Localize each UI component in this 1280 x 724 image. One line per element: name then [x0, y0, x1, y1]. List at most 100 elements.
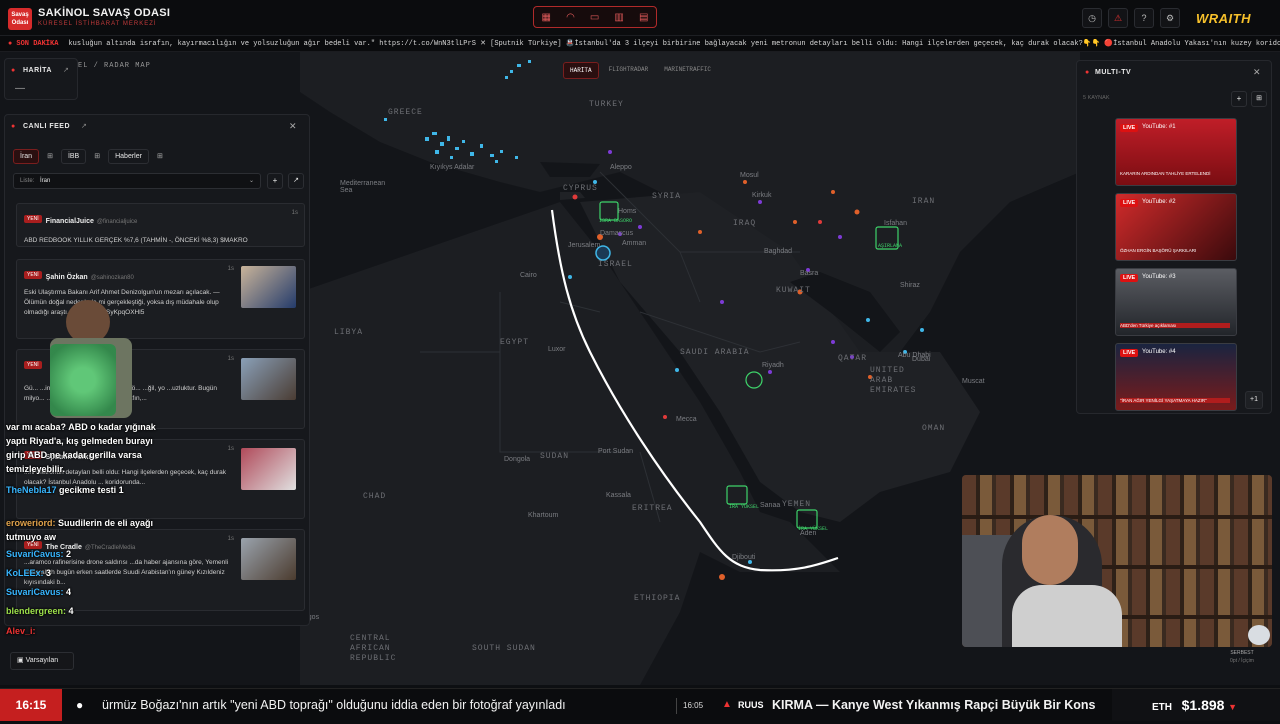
chat-text: 3 [46, 568, 52, 578]
external-link-icon[interactable]: ↗ [63, 66, 69, 74]
feed-text: ...aramco rafinerisine drone saldırısı .… [24, 559, 229, 586]
tab-marinetraffic[interactable]: MARINETRAFFIC [658, 62, 717, 79]
external-link-icon[interactable]: ↗ [81, 122, 87, 130]
help-icon[interactable]: ? [1134, 8, 1154, 28]
country-chad: CHAD [363, 492, 387, 501]
chat-user: blendergreen: [6, 606, 67, 616]
feed-handle: @financialjuice [96, 219, 138, 225]
tv-icon[interactable]: ▭ [590, 12, 599, 23]
city-riyadh: Riyadh [762, 362, 784, 369]
map-title: EL / RADAR MAP [78, 62, 151, 70]
tab-close-icon[interactable]: ⊞ [90, 149, 104, 164]
marker-label[interactable]: AŞIRLANA [878, 243, 902, 249]
country-egypt: EGYPT [500, 338, 530, 347]
close-icon[interactable]: ✕ [1253, 67, 1261, 78]
chat-user: SuvariCavus: [6, 549, 64, 559]
map-mode-sub: 0pt / İçiçim [1230, 658, 1254, 664]
country-greece: GREECE [388, 108, 423, 117]
tab-flightradar[interactable]: FLIGHTRADAR [603, 62, 655, 79]
webcam-overlay [962, 475, 1272, 647]
chat-message: SuvariCavus: 4 [6, 587, 71, 597]
new-badge: YENİ [24, 214, 42, 223]
app-subtitle: KÜRESEL İSTİHBARAT MERKEZİ [38, 21, 157, 27]
chart-icon[interactable]: ▥ [614, 12, 623, 23]
island-label: Kıyıkys Adalar [430, 164, 475, 171]
list-select[interactable]: Liste: İran ⌄ [13, 173, 261, 189]
city-khartoum: Khartoum [528, 512, 559, 519]
tv-caption: ÖZHAN ERGİN BAŞÖRÜ ŞARKILARI [1120, 248, 1197, 253]
tab-close-icon[interactable]: ⊞ [43, 149, 57, 164]
city-port-sudan: Port Sudan [598, 448, 634, 455]
tv-tile[interactable]: LIVE YouTube: #3 ABD'den Türkiye açıklam… [1115, 268, 1237, 336]
preset-button[interactable]: ▣ Varsayılan [10, 652, 74, 670]
tv-caption: "İRAN AĞIR YENİLGİ YAŞATMAYA HAZIR" [1120, 398, 1230, 403]
expand-button[interactable]: ↗ [288, 173, 304, 189]
marker-label[interactable]: ISRA BASORO [599, 218, 632, 224]
add-channel-button[interactable]: + [1231, 91, 1247, 107]
country-israel: ISRAEL [598, 260, 633, 269]
more-channels-button[interactable]: +1 [1245, 391, 1263, 409]
tab-haberler[interactable]: Haberler [108, 149, 149, 164]
feed-time: 1s [227, 446, 234, 452]
chat-message: SuvariCavus: 2 [6, 549, 71, 559]
breaking-ticker: ● SON DAKİKA kusluğun altında israfın, ka… [0, 36, 1280, 52]
country-uae: UNITED ARAB EMIRATES [870, 366, 917, 395]
history-icon[interactable]: ◷ [1082, 8, 1102, 28]
city-basra: Basra [800, 270, 819, 277]
map-icon[interactable]: ▦ [542, 12, 551, 23]
chat-user: eroweriord: [6, 518, 56, 528]
sea-label: Mediterranean Sea [340, 180, 386, 194]
tv-title: YouTube: #4 [1142, 349, 1176, 355]
map-mode-indicator[interactable]: SERBEST 0pt / İçiçim [1220, 650, 1264, 664]
minimize-icon[interactable]: — [15, 83, 25, 94]
ticker-text: kusluğun altında israfın, kayırmacılığın… [68, 40, 1280, 48]
feed-handle: @TheCradleMedia [84, 545, 136, 551]
map-tabs: HARİTA FLIGHTRADAR MARINETRAFFIC [563, 62, 717, 79]
feed-author: FinancialJuice [45, 218, 94, 225]
live-badge: LIVE [1120, 349, 1139, 357]
add-list-button[interactable]: + [267, 173, 283, 189]
harita-title: HARİTA [23, 67, 52, 74]
tv-tile[interactable]: LIVE YouTube: #1 KARARIN ARDINDAN TAHLİY… [1115, 118, 1237, 186]
gear-icon[interactable]: ⚙ [1160, 8, 1180, 28]
grid-icon[interactable]: ▤ [639, 12, 648, 23]
chat-text: 4 [66, 587, 72, 597]
eth-label: ETH [1152, 702, 1172, 713]
marker-label[interactable]: İRA YÜKSEL [729, 504, 759, 510]
chat-message: Alev_i: [6, 626, 36, 636]
trend-down-icon: ▼ [1228, 702, 1237, 712]
tv-title: YouTube: #2 [1142, 199, 1176, 205]
feed-handle: @sahinozkan80 [90, 275, 134, 281]
chat-user: SuvariCavus: [6, 587, 64, 597]
city-sanaa: Sanaa [760, 502, 781, 509]
city-mecca: Mecca [676, 416, 697, 423]
headline-time: 16:05 [676, 698, 709, 714]
chevron-down-icon: ⌄ [248, 178, 254, 184]
country-iran: IRAN [912, 197, 936, 206]
feed-title: CANLI FEED [23, 123, 70, 130]
top-right-actions: ◷ ⚠ ? ⚙ [1082, 8, 1180, 28]
alert-icon[interactable]: ⚠ [1108, 8, 1128, 28]
feed-thumbnail [241, 448, 296, 490]
city-jerusalem: Jerusalem [568, 242, 601, 249]
tv-tile[interactable]: LIVE YouTube: #4 "İRAN AĞIR YENİLGİ YAŞA… [1115, 343, 1237, 411]
chat-message: var mı acaba? ABD o kadar yığınak yaptı … [6, 420, 174, 476]
tab-ibb[interactable]: İBB [60, 149, 87, 164]
feed-card[interactable]: YENİ FinancialJuice @financialjuice ABD RE… [16, 203, 305, 247]
dot-icon: ● [11, 123, 16, 130]
chat-message: KoLEEx: 3 [6, 568, 51, 578]
feed-author: Şahin Özkan [45, 274, 88, 281]
country-libya: LIBYA [334, 328, 364, 337]
tab-close-icon[interactable]: ⊞ [153, 149, 167, 164]
tab-harita[interactable]: HARİTA [563, 62, 599, 79]
country-syria: SYRIA [652, 192, 682, 201]
chat-user: KoLEEx: [6, 568, 44, 578]
rss-icon[interactable]: ◠ [566, 12, 575, 23]
marker-label[interactable]: İRA YÜKSEL [798, 526, 828, 532]
tab-iran[interactable]: İran [13, 149, 40, 164]
close-icon[interactable]: ✕ [289, 121, 297, 132]
grid-layout-icon[interactable]: ⊞ [1251, 91, 1267, 107]
tv-tile[interactable]: LIVE YouTube: #2 ÖZHAN ERGİN BAŞÖRÜ ŞARK… [1115, 193, 1237, 261]
feed-text: ABD REDBOOK YILLIK GERÇEK %7,6 (TAHMİN -… [24, 237, 248, 244]
feed-time: 1s [291, 210, 298, 216]
